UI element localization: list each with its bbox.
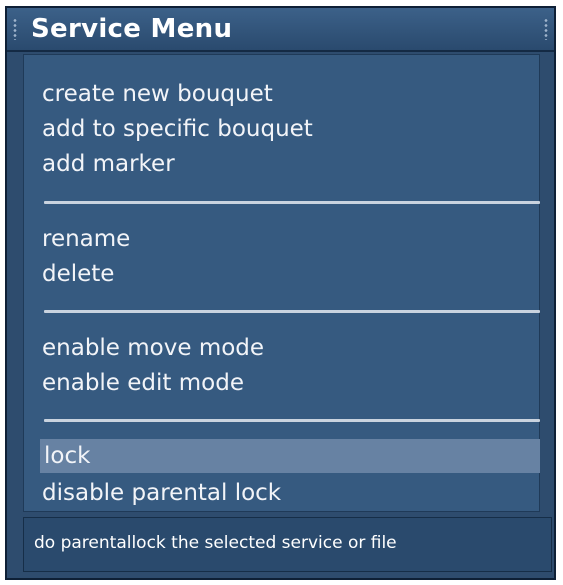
menu-item-add-marker[interactable]: add marker [38,147,538,181]
menu-item-add-to-specific-bouquet[interactable]: add to specific bouquet [38,112,538,146]
drag-grip-icon [13,18,17,40]
title-bar: Service Menu [7,8,554,52]
drag-grip-icon [544,18,548,40]
status-bar: do parentallock the selected service or … [23,517,552,572]
window-title: Service Menu [31,14,233,44]
menu-separator [44,201,540,204]
status-text: do parentallock the selected service or … [34,533,397,553]
menu-item-enable-move-mode[interactable]: enable move mode [38,331,538,365]
menu-separator [44,419,540,422]
menu-item-delete[interactable]: delete [38,257,538,291]
menu-item-disable-parental-lock[interactable]: disable parental lock [38,476,538,510]
menu-separator [44,310,540,313]
menu-item-create-new-bouquet[interactable]: create new bouquet [38,77,538,111]
menu-item-enable-edit-mode[interactable]: enable edit mode [38,366,538,400]
service-menu-list: create new bouquet add to specific bouqu… [23,54,540,512]
menu-item-rename[interactable]: rename [38,222,538,256]
service-menu-window: Service Menu create new bouquet add to s… [5,6,556,580]
menu-item-lock[interactable]: lock [40,439,540,473]
